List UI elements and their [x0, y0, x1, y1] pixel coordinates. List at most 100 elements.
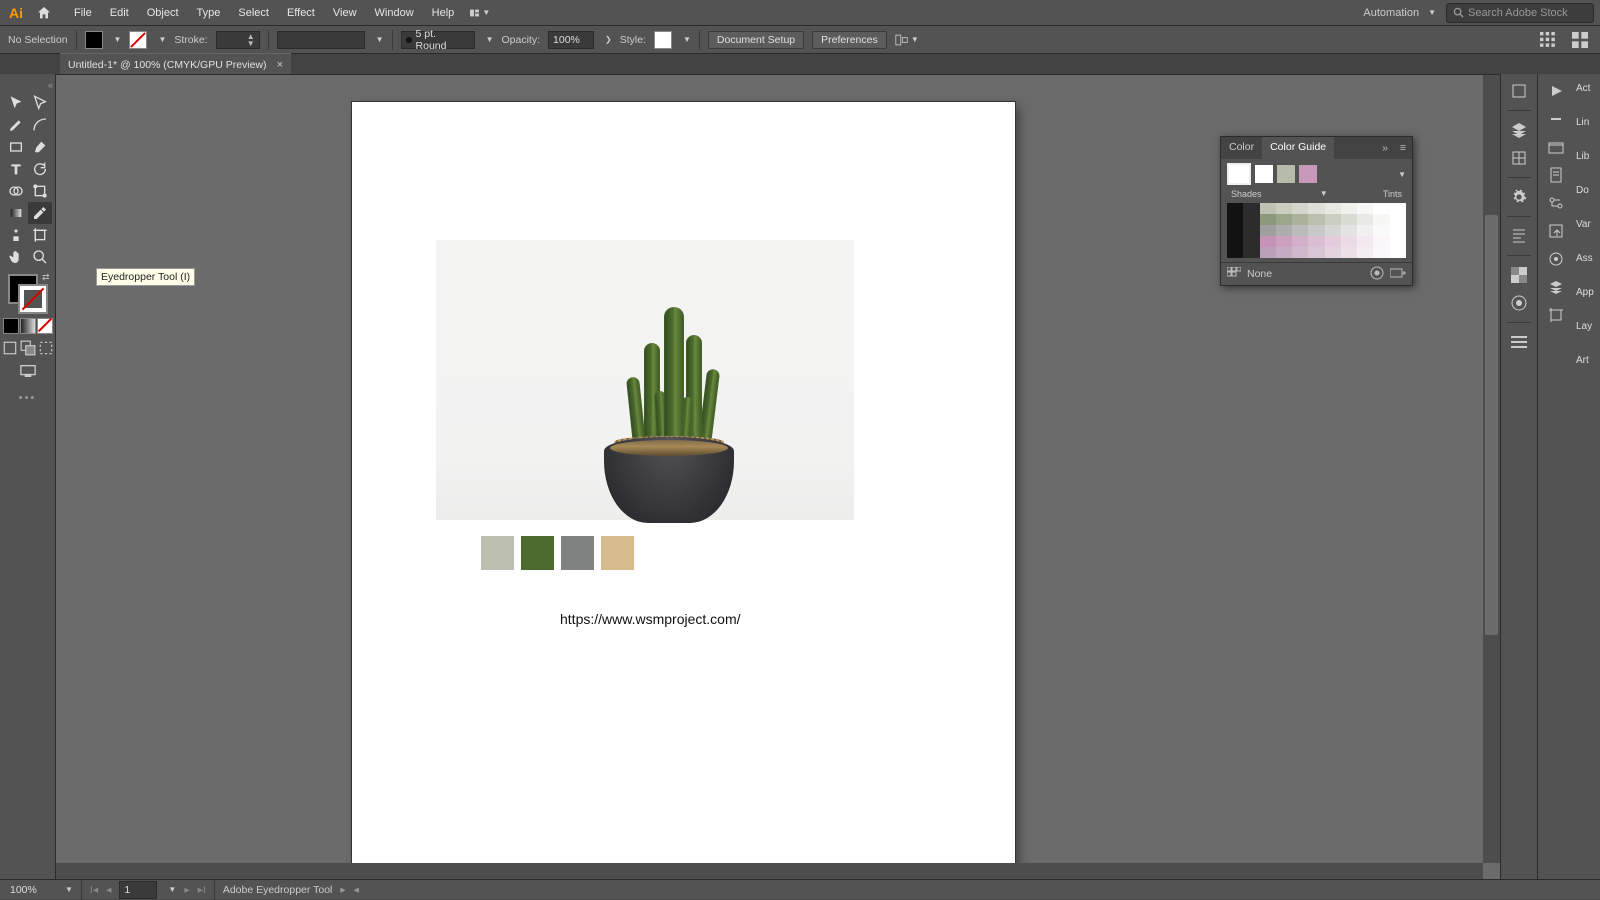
brush-dropdown[interactable]: ▼ [486, 35, 494, 44]
menu-edit[interactable]: Edit [102, 3, 137, 23]
appearance-icon[interactable] [1543, 248, 1569, 270]
free-transform-tool[interactable] [28, 180, 52, 202]
color-guide-cell[interactable] [1390, 236, 1406, 247]
stroke-color-icon[interactable] [18, 284, 48, 314]
asset-export-icon[interactable] [1543, 220, 1569, 242]
document-setup-button[interactable]: Document Setup [708, 31, 804, 49]
draw-behind-icon[interactable] [20, 340, 36, 356]
color-guide-cell[interactable] [1325, 225, 1341, 236]
color-guide-cell[interactable] [1243, 203, 1259, 214]
draw-inside-icon[interactable] [38, 340, 54, 356]
panel-label-variables[interactable]: Var [1574, 216, 1600, 244]
color-guide-cell[interactable] [1308, 247, 1324, 258]
toolbox-collapse-icon[interactable]: « [48, 80, 53, 90]
menu-object[interactable]: Object [139, 3, 187, 23]
variables-icon[interactable] [1543, 192, 1569, 214]
fill-dropdown[interactable]: ▼ [114, 35, 122, 44]
type-tool[interactable] [4, 158, 28, 180]
libraries-icon[interactable] [1543, 136, 1569, 158]
color-guide-cell[interactable] [1357, 214, 1373, 225]
style-dropdown[interactable]: ▼ [683, 35, 691, 44]
color-guide-cell[interactable] [1357, 247, 1373, 258]
zoom-dropdown[interactable]: ▼ [65, 885, 73, 894]
home-icon[interactable] [34, 3, 54, 23]
scrollbar-horizontal[interactable] [56, 863, 1483, 880]
selection-tool[interactable] [4, 92, 28, 114]
color-guide-cell[interactable] [1373, 225, 1389, 236]
zoom-level[interactable]: 100% [6, 882, 54, 898]
panel-collapse-icon[interactable]: » [1376, 137, 1394, 159]
scrollbar-vertical[interactable] [1483, 75, 1500, 863]
color-guide-grid[interactable] [1221, 199, 1412, 262]
color-guide-cell[interactable] [1260, 225, 1276, 236]
search-stock-input[interactable]: Search Adobe Stock [1446, 3, 1594, 23]
color-guide-cell[interactable] [1373, 247, 1389, 258]
stroke-swatch[interactable] [129, 31, 147, 49]
color-guide-cell[interactable] [1357, 203, 1373, 214]
opacity-input[interactable]: 100% [548, 31, 594, 49]
panel-label-libraries[interactable]: Lib [1574, 148, 1600, 176]
panel-label-links[interactable]: Lin [1574, 114, 1600, 142]
links-icon[interactable] [1543, 108, 1569, 130]
preferences-button[interactable]: Preferences [812, 31, 887, 49]
harmony-dropdown-icon[interactable]: ▼ [1398, 170, 1406, 179]
scrollbar-v-thumb[interactable] [1485, 215, 1498, 635]
panel-label-docinfo[interactable]: Do [1574, 182, 1600, 210]
fill-swatch[interactable] [85, 31, 103, 49]
direct-selection-tool[interactable] [28, 92, 52, 114]
color-guide-cell[interactable] [1341, 236, 1357, 247]
variable-width-profile[interactable] [277, 31, 365, 49]
symbol-sprayer-tool[interactable] [4, 224, 28, 246]
color-guide-cell[interactable] [1276, 225, 1292, 236]
panel-label-layers[interactable]: Lay [1574, 318, 1600, 346]
menu-help[interactable]: Help [424, 3, 463, 23]
rectangle-tool[interactable] [4, 136, 28, 158]
panel-menu-icon[interactable]: ≡ [1394, 137, 1412, 159]
artboard-nav-next-icon[interactable]: ▸ [184, 884, 189, 896]
color-guide-cell[interactable] [1260, 236, 1276, 247]
stroke-weight-input[interactable]: ▲▼ [216, 31, 260, 49]
panel-label-actions[interactable]: Act [1574, 80, 1600, 108]
document-info-icon[interactable] [1543, 164, 1569, 186]
color-guide-cell[interactable] [1341, 203, 1357, 214]
menu-window[interactable]: Window [367, 3, 422, 23]
color-guide-cell[interactable] [1276, 236, 1292, 247]
menu-select[interactable]: Select [230, 3, 277, 23]
arrange-documents-icon[interactable]: ▼ [470, 7, 490, 19]
collapse-panels-icon[interactable] [1568, 29, 1592, 51]
menu-icon[interactable] [1506, 331, 1532, 353]
color-mode-solid[interactable] [3, 318, 19, 334]
style-swatch[interactable] [654, 31, 672, 49]
color-guide-cell[interactable] [1325, 247, 1341, 258]
color-guide-cell[interactable] [1341, 225, 1357, 236]
color-guide-cell[interactable] [1243, 236, 1259, 247]
actions-icon[interactable] [1543, 80, 1569, 102]
panel-label-appearance[interactable]: App [1574, 284, 1600, 312]
artboards-icon[interactable] [1543, 304, 1569, 326]
gradient-tool[interactable] [4, 202, 28, 224]
essentials-grid-icon[interactable] [1536, 29, 1560, 51]
status-extra-icon[interactable]: ◂ [354, 884, 359, 896]
panel-label-asset[interactable]: Ass [1574, 250, 1600, 278]
color-guide-tab[interactable]: Color Guide [1262, 137, 1334, 159]
menu-type[interactable]: Type [189, 3, 229, 23]
color-guide-cell[interactable] [1292, 214, 1308, 225]
document-tab[interactable]: Untitled-1* @ 100% (CMYK/GPU Preview) × [60, 53, 291, 76]
layers-panel-icon[interactable] [1506, 119, 1532, 141]
brush-definition[interactable]: 5 pt. Round [401, 31, 475, 49]
color-guide-cell[interactable] [1227, 214, 1243, 225]
color-guide-cell[interactable] [1390, 203, 1406, 214]
color-guide-cell[interactable] [1276, 203, 1292, 214]
properties-panel-icon[interactable] [1506, 80, 1532, 102]
appearance-panel-icon[interactable] [1506, 292, 1532, 314]
edit-toolbar-icon[interactable]: ••• [19, 392, 37, 404]
color-guide-cell[interactable] [1227, 247, 1243, 258]
transparency-panel-icon[interactable] [1506, 264, 1532, 286]
draw-normal-icon[interactable] [2, 340, 18, 356]
color-guide-cell[interactable] [1260, 203, 1276, 214]
harmony-chip-1[interactable] [1255, 165, 1273, 183]
variation-dropdown-icon[interactable]: ▼ [1320, 189, 1328, 199]
color-guide-cell[interactable] [1373, 236, 1389, 247]
color-guide-panel[interactable]: Color Color Guide » ≡ ▼ Shades ▼ Tints N… [1220, 136, 1413, 286]
color-guide-cell[interactable] [1276, 214, 1292, 225]
